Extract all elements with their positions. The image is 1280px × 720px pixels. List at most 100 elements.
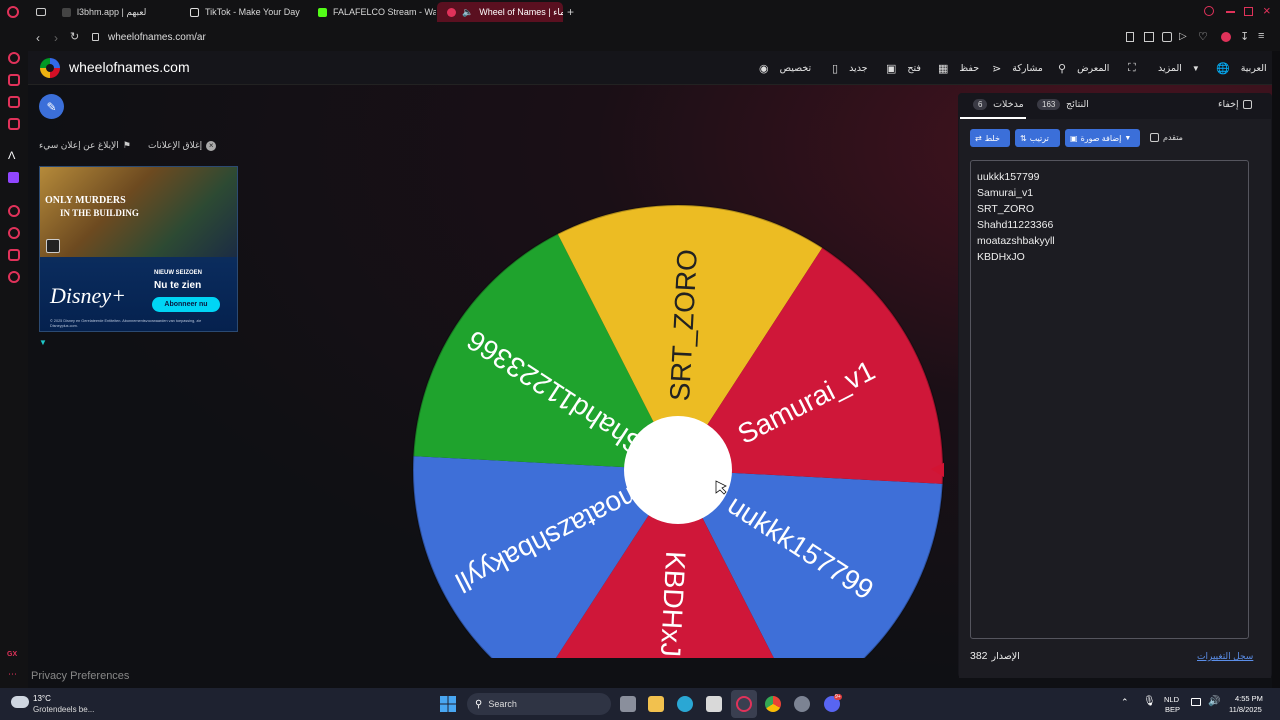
new-button[interactable]: ▯ جديد (832, 51, 868, 85)
edge-icon[interactable] (677, 696, 693, 712)
kick-icon (318, 7, 327, 17)
fullscreen-button[interactable]: ⛶ (1128, 51, 1136, 85)
wheel-center-button[interactable] (624, 416, 732, 524)
weather-icon[interactable] (11, 696, 29, 708)
open-button[interactable]: ▣ فتح (886, 51, 921, 85)
clock-time[interactable]: 4:55 PM (1235, 694, 1263, 703)
lock-icon[interactable] (92, 33, 99, 41)
back-icon[interactable]: ‹ (36, 31, 40, 45)
twitch-icon[interactable] (8, 172, 19, 183)
wheel-logo-icon[interactable] (40, 58, 60, 78)
tab-label: l3bhm.app | لعبهم (77, 6, 147, 17)
globe-icon: 🌐 (1216, 62, 1230, 75)
more-button[interactable]: المزيد ▼ (1158, 51, 1200, 85)
settings-icon[interactable] (8, 271, 20, 283)
player-icon[interactable] (8, 205, 20, 217)
advanced-toggle[interactable]: متقدم (1150, 133, 1183, 142)
download-icon[interactable]: ↧ (1240, 30, 1249, 43)
chevron-up-icon[interactable]: ⌃ (1121, 697, 1129, 708)
volume-icon[interactable]: 🔊 (1208, 696, 1220, 707)
menu-icon[interactable]: ≡ (1258, 30, 1264, 42)
save-button[interactable]: ▦ حفظ (938, 51, 979, 85)
fullscreen-icon: ⛶ (1128, 61, 1136, 74)
snapshot-icon[interactable] (1144, 32, 1154, 42)
bag-icon[interactable] (8, 74, 20, 86)
gx-icon[interactable]: GX (7, 651, 17, 658)
new-tab-button[interactable]: + (567, 5, 574, 19)
heart-icon[interactable]: ♡ (1198, 30, 1208, 43)
language-code[interactable]: NLD (1164, 695, 1179, 704)
chrome-icon[interactable] (765, 696, 781, 712)
url-field[interactable]: wheelofnames.com/ar (108, 32, 206, 43)
share-button[interactable]: ⋗ مشاركة (992, 51, 1043, 85)
taskbar-search[interactable]: ⚲ Search (467, 693, 611, 715)
close-ads-link[interactable]: إغلاق الإعلانات × (148, 140, 217, 151)
entry-line: Shahd11223366 (977, 219, 1054, 231)
language-button[interactable]: 🌐 العربية (1216, 51, 1267, 85)
close-ads-label: إغلاق الإعلانات (148, 140, 203, 150)
profile-icon[interactable] (1221, 32, 1231, 42)
hide-checkbox[interactable] (1242, 100, 1252, 109)
tab-overview-icon[interactable] (36, 8, 46, 16)
tab-label: Wheel of Names | عجلة الأسماء (479, 6, 563, 17)
discord-sidebar-icon[interactable] (8, 249, 20, 261)
steam-icon[interactable] (794, 696, 810, 712)
opera-logo-icon[interactable] (7, 6, 19, 18)
forward-icon[interactable]: › (54, 31, 58, 45)
arc-icon[interactable]: Λ (8, 150, 15, 162)
network-icon[interactable] (1191, 698, 1201, 706)
file-explorer-icon[interactable] (648, 696, 664, 712)
hide-label: إخفاء (1218, 99, 1239, 110)
speaker-icon[interactable]: 🔈 (462, 7, 473, 18)
ad-season: NIEUW SEIZOEN (154, 270, 203, 276)
maximize-icon[interactable] (1244, 7, 1253, 16)
keyboard-code[interactable]: BEP (1165, 705, 1180, 714)
store-icon[interactable] (706, 696, 722, 712)
tab-entries[interactable]: 6 مدخلات (970, 99, 1024, 110)
advertisement[interactable]: ONLY MURDERS IN THE BUILDING Disney+ NIE… (39, 166, 238, 332)
advanced-checkbox[interactable] (1150, 133, 1159, 142)
messenger-icon[interactable] (8, 96, 20, 108)
opera-gx-icon[interactable] (736, 696, 752, 712)
tab-tiktok[interactable]: TikTok - Make Your Day (180, 2, 308, 22)
report-ad-link[interactable]: الإبلاغ عن إعلان سيء ⚑ (39, 140, 131, 151)
shuffle-button[interactable]: ⇄ خلط (970, 129, 1010, 147)
tab-l3bhm[interactable]: l3bhm.app | لعبهم (52, 2, 180, 22)
sort-button[interactable]: ⇅ ترتيب (1015, 129, 1060, 147)
open-label: فتح (907, 62, 921, 74)
tab-results[interactable]: 163 النتائج (1034, 99, 1089, 110)
close-icon[interactable]: × (1263, 3, 1271, 18)
hide-toggle[interactable]: إخفاء (1218, 99, 1252, 110)
windows-start-icon[interactable] (440, 696, 456, 712)
save-icon: ▦ (938, 62, 949, 75)
minimize-icon[interactable] (1226, 11, 1235, 13)
spin-wheel[interactable]: uukkk157799KBDHxJOmoatazshbakyyllShahd11… (374, 108, 944, 658)
bookmark-icon[interactable] (1126, 32, 1134, 42)
brand-name[interactable]: wheelofnames.com (69, 59, 190, 75)
clock-date[interactable]: 11/8/2025 (1229, 705, 1262, 714)
shield-icon[interactable] (1162, 32, 1172, 42)
add-image-button[interactable]: ▣ إضافة صورة ▼ (1065, 129, 1140, 147)
privacy-preferences-link[interactable]: Privacy Preferences (31, 670, 129, 682)
send-icon[interactable]: ▷ (1179, 31, 1187, 42)
tab-falafelco[interactable]: FALAFELCO Stream - Wa (308, 2, 436, 22)
history-icon[interactable] (8, 227, 20, 239)
gallery-button[interactable]: ⚲ المعرض (1058, 51, 1109, 85)
search-icon[interactable] (1204, 6, 1214, 16)
task-view-icon[interactable] (620, 696, 636, 712)
x-twitter-icon[interactable] (8, 118, 20, 130)
tab-wheel-of-names[interactable]: 🔈 Wheel of Names | عجلة الأسماء (437, 2, 563, 22)
search-icon: ⚲ (475, 698, 483, 710)
reload-icon[interactable]: ↻ (70, 30, 79, 43)
microphone-icon[interactable]: 🎙 (1143, 696, 1156, 707)
entries-textarea[interactable]: uukkk157799 Samurai_v1 SRT_ZORO Shahd112… (970, 160, 1249, 639)
more-icon[interactable]: ⋯ (8, 669, 17, 680)
aria-icon[interactable] (8, 52, 20, 64)
customize-button[interactable]: ◉ تخصيص (759, 51, 811, 85)
ad-subscribe-button[interactable]: Abonneer nu (152, 297, 220, 312)
changelog-link[interactable]: سجل التغييرات (1197, 651, 1253, 662)
share-icon: ⋗ (992, 62, 1002, 75)
edit-pencil-button[interactable]: ✎ (39, 94, 64, 119)
ad-show-title-2: IN THE BUILDING (60, 208, 139, 218)
adchoices-icon[interactable]: ▼ (39, 338, 47, 347)
